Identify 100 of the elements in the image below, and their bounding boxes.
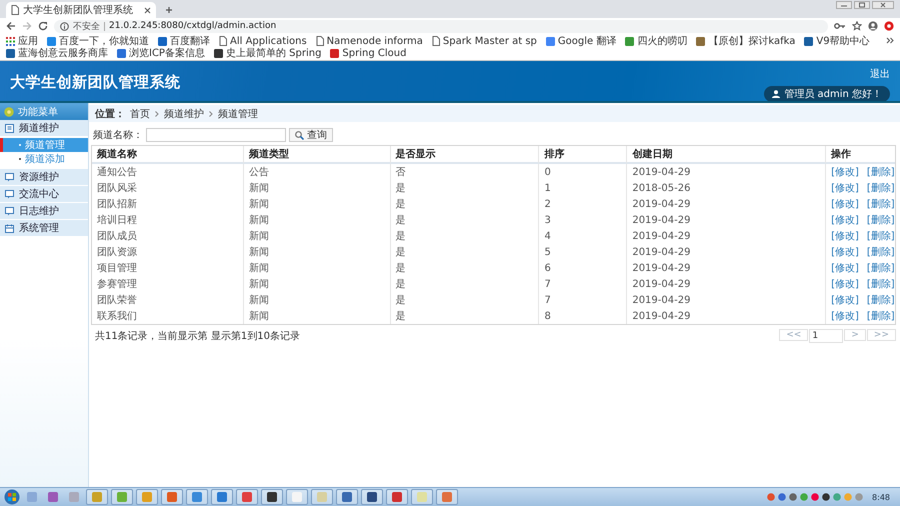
action-link[interactable]: [修改] [831, 261, 859, 275]
security-label: 不安全 [73, 20, 100, 32]
bookmark[interactable]: 浏览ICP备案信息 [117, 47, 205, 59]
table-cell: 是 [390, 196, 540, 212]
table-cell: 3 [539, 212, 628, 228]
forward-icon[interactable] [22, 21, 32, 31]
action-link[interactable]: [删除] [866, 181, 895, 195]
action-link[interactable]: [修改] [831, 181, 859, 195]
bookmark[interactable]: 四火的唠叨 [625, 35, 688, 47]
action-link[interactable]: [删除] [866, 277, 895, 291]
more-icon[interactable] [886, 37, 894, 44]
app-icon [242, 492, 252, 502]
action-link[interactable]: [删除] [866, 245, 895, 259]
apps-icon[interactable] [6, 36, 15, 46]
table-cell: 新闻 [244, 228, 391, 244]
logout-link[interactable]: 退出 [870, 67, 890, 81]
bookmark[interactable]: 百度一下，你就知道 [47, 35, 149, 47]
table-cell: 团队风采 [92, 180, 244, 196]
clock[interactable]: 8:48 [866, 492, 896, 502]
table-cell: 0 [539, 164, 628, 180]
address-bar[interactable]: 不安全 21.0.2.245:8080/cxtdgl/admin.action [54, 20, 828, 32]
table-cell: 新闻 [244, 244, 391, 260]
app-icon [117, 492, 127, 502]
bookmark[interactable]: Google 翻译 [546, 35, 616, 47]
action-link[interactable]: [删除] [866, 229, 895, 243]
action-link[interactable]: [修改] [831, 293, 859, 307]
bookmark[interactable]: 史上最简单的 Spring [214, 47, 322, 59]
app-icon [267, 492, 277, 502]
page-number-field[interactable]: 1 [809, 329, 844, 343]
record-summary: 共11条记录，当前显示第 显示第1到10条记录 [95, 330, 300, 343]
info-icon [60, 22, 69, 30]
action-link[interactable]: [修改] [831, 309, 859, 323]
action-link[interactable]: [修改] [831, 197, 859, 211]
taskbar-app[interactable] [261, 489, 283, 505]
table-cell: 项目管理 [92, 260, 244, 276]
bookmark[interactable]: 【原创】探讨kafka [696, 35, 796, 47]
maximize-icon[interactable] [854, 1, 870, 9]
taskbar-app[interactable] [361, 489, 383, 505]
table-cell: 新闻 [244, 292, 391, 308]
taskbar-app[interactable] [336, 489, 358, 505]
chevron-icon [155, 110, 159, 116]
bookmark[interactable]: Spark Master at sp [432, 35, 537, 47]
user-badge: 管理员 admin 您好！ [764, 86, 890, 101]
site-icon [47, 36, 56, 46]
start-icon[interactable] [4, 489, 20, 505]
column-header: 创建日期 [627, 146, 826, 164]
key-icon[interactable] [834, 21, 846, 31]
search-field[interactable] [146, 128, 286, 142]
app-icon [367, 492, 377, 502]
bookmark[interactable]: 百度翻译 [158, 35, 210, 47]
launch-icon[interactable] [48, 492, 58, 502]
search-button[interactable]: 查询 [289, 128, 333, 142]
menu-item[interactable]: 频道维护 [0, 120, 88, 137]
browser-tab[interactable]: 大学生创新团队管理系统 [6, 2, 156, 18]
record-icon[interactable] [884, 21, 894, 31]
menu-item[interactable]: 资源维护 [0, 169, 88, 186]
table-cell: 团队荣誉 [92, 292, 244, 308]
table-cell: 新闻 [244, 180, 391, 196]
star-icon[interactable] [852, 21, 862, 31]
close-icon[interactable] [144, 6, 151, 14]
profile-icon[interactable] [868, 21, 878, 31]
table-cell: 团队招新 [92, 196, 244, 212]
menu-item-icon [5, 172, 14, 182]
breadcrumb-link[interactable]: 首页 [130, 106, 150, 120]
action-link[interactable]: [删除] [866, 261, 895, 275]
submenu-item[interactable]: 频道添加 [0, 152, 88, 166]
bookmark[interactable]: Namenode informa [316, 35, 423, 47]
table-cell: 是 [390, 244, 540, 260]
menu-item[interactable]: 日志维护 [0, 203, 88, 220]
table-cell: 1 [539, 180, 628, 196]
menu-item[interactable]: 系统管理 [0, 220, 88, 237]
minimize-icon[interactable] [836, 1, 852, 9]
menu-icon [4, 106, 14, 116]
action-link[interactable]: [修改] [831, 277, 859, 291]
bookmark[interactable]: 应用 [6, 35, 38, 47]
table-cell: 2019-04-29 [627, 292, 826, 308]
breadcrumb-link[interactable]: 频道维护 [164, 106, 204, 120]
site-icon [330, 48, 340, 58]
menu-item[interactable]: 交流中心 [0, 186, 88, 203]
action-link[interactable]: [修改] [831, 213, 859, 227]
bookmark[interactable]: V9帮助中心 [804, 35, 870, 47]
action-link[interactable]: [删除] [866, 213, 895, 227]
action-link[interactable]: [修改] [831, 229, 859, 243]
action-link[interactable]: [删除] [866, 309, 895, 323]
site-icon [158, 36, 167, 46]
action-link[interactable]: [删除] [866, 293, 895, 307]
back-icon[interactable] [6, 21, 16, 31]
action-link[interactable]: [修改] [831, 165, 859, 179]
close-icon[interactable] [872, 1, 894, 9]
reload-icon[interactable] [38, 21, 48, 31]
bookmark[interactable]: 蓝海创意云服务商库 [6, 47, 108, 59]
bookmark[interactable]: All Applications [219, 35, 307, 47]
breadcrumb-link[interactable]: 频道管理 [218, 106, 258, 120]
action-link[interactable]: [删除] [866, 165, 895, 179]
action-link[interactable]: [修改] [831, 245, 859, 259]
bookmark[interactable]: Spring Cloud [330, 47, 406, 59]
table-cell: 是 [390, 212, 540, 228]
user-icon [772, 90, 780, 98]
action-link[interactable]: [删除] [866, 197, 895, 211]
site-icon [625, 36, 634, 46]
